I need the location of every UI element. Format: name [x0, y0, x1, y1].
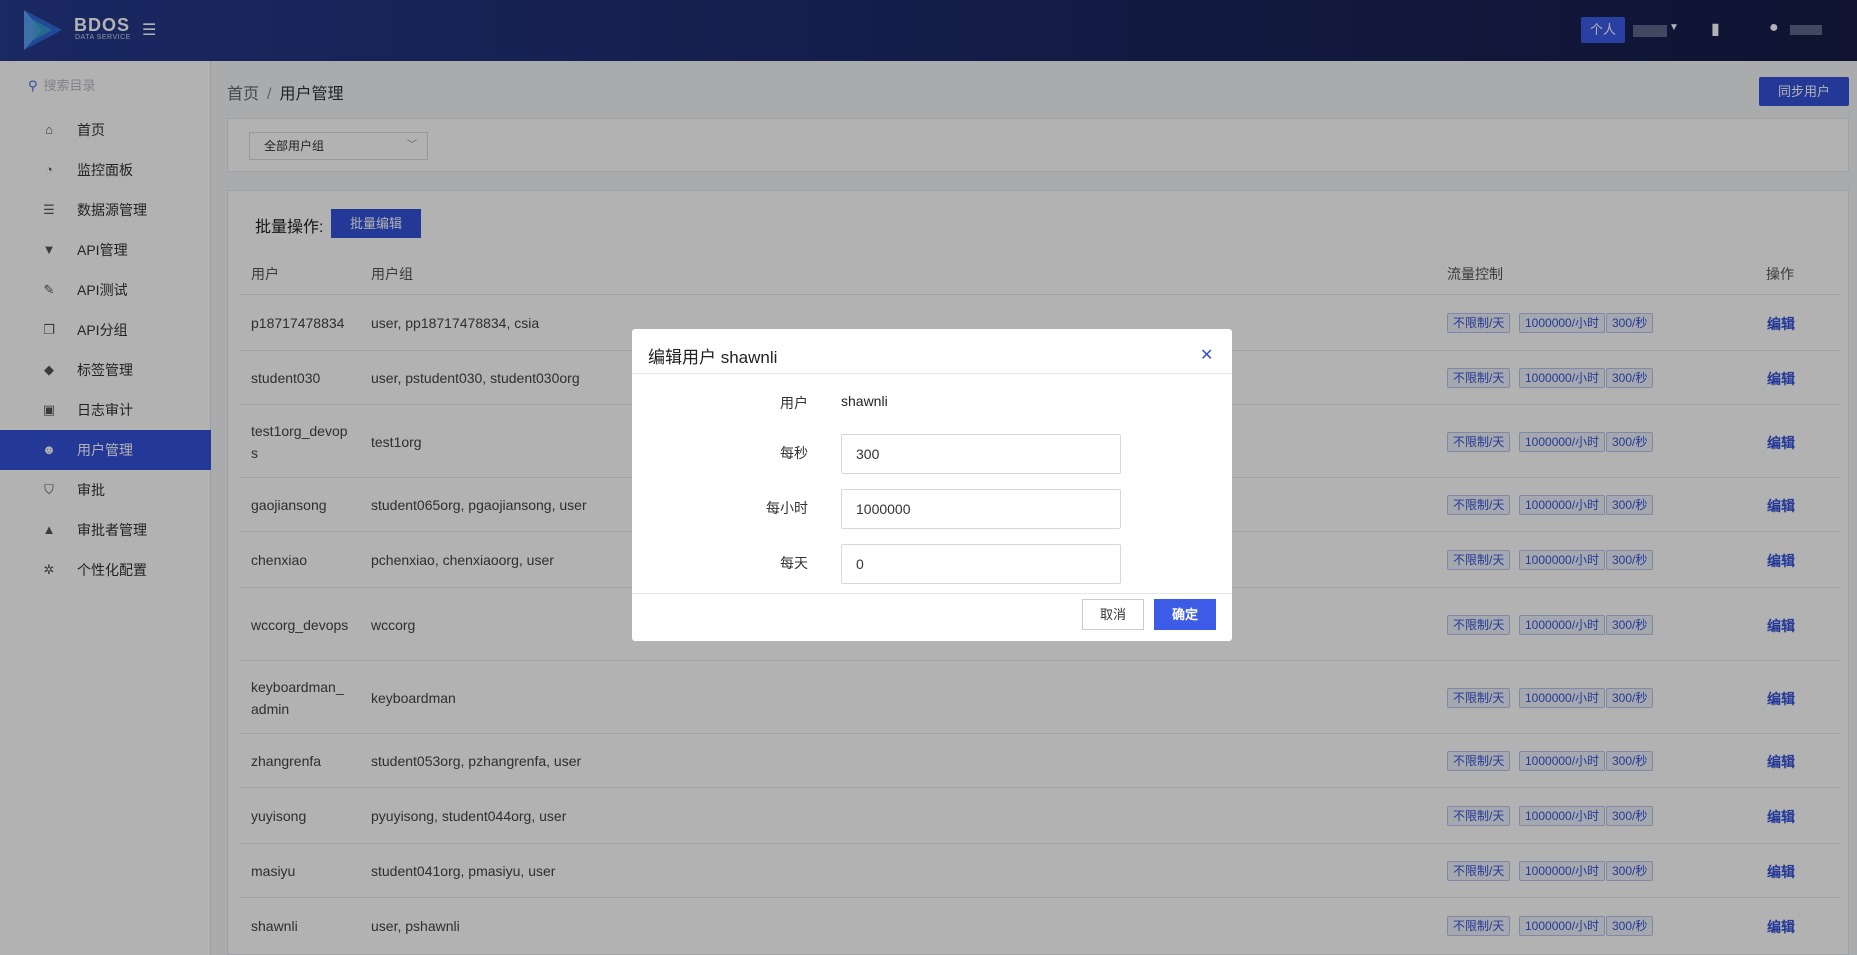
user-label: 用户 — [780, 395, 808, 411]
modal-title: 编辑用户 shawnli — [648, 348, 778, 367]
cancel-button[interactable]: 取消 — [1082, 599, 1144, 630]
per-day-label: 每天 — [780, 555, 808, 571]
per-hour-input[interactable] — [841, 489, 1121, 529]
per-second-input[interactable] — [841, 434, 1121, 474]
per-day-input[interactable] — [841, 544, 1121, 584]
modal-divider-top — [632, 373, 1232, 374]
modal-divider-bottom — [632, 593, 1232, 594]
per-second-label: 每秒 — [780, 445, 808, 461]
edit-user-modal: 编辑用户 shawnli ✕ 用户 shawnli 每秒 每小时 每天 取消 确… — [632, 329, 1232, 641]
close-icon[interactable]: ✕ — [1200, 345, 1213, 365]
per-hour-label: 每小时 — [766, 500, 808, 516]
user-value: shawnli — [841, 393, 888, 409]
confirm-button[interactable]: 确定 — [1154, 599, 1216, 630]
